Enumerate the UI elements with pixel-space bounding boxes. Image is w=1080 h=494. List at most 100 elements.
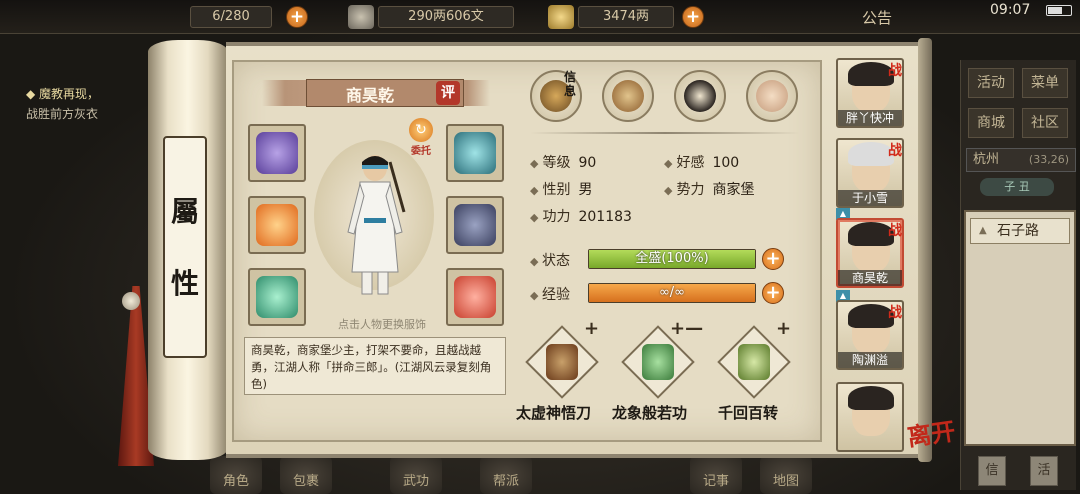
- character-figure[interactable]: [340, 152, 410, 302]
- nav-bag[interactable]: 包裹: [280, 456, 332, 494]
- skill-3-plus[interactable]: +: [776, 318, 791, 339]
- mall-button[interactable]: 商城: [968, 108, 1014, 138]
- battery-icon: [1046, 5, 1072, 16]
- silver-ingot-icon: [548, 5, 574, 29]
- level-label: 等级: [542, 155, 571, 171]
- equip-slot-helmet[interactable]: [446, 124, 504, 182]
- bottom-right-icon-1[interactable]: 信: [978, 456, 1006, 486]
- nav-notes[interactable]: 记事: [690, 456, 742, 494]
- party-member-4-name: 陶渊溢: [838, 352, 902, 368]
- bagua-tab[interactable]: [674, 70, 726, 122]
- notice-button[interactable]: 公告: [862, 7, 892, 28]
- time-of-day: 子 丑: [980, 178, 1054, 196]
- road-button[interactable]: 石子路: [970, 218, 1070, 244]
- quest-title: 魔教再现，: [39, 87, 100, 101]
- location-list: [964, 210, 1076, 446]
- battle-mark-1: 战: [888, 63, 902, 79]
- exp-add-button[interactable]: +: [762, 282, 784, 304]
- faction-value: 商家堡: [712, 182, 755, 198]
- body-meridian-icon: [756, 80, 788, 112]
- bagua-icon: [684, 80, 716, 112]
- bag-add-button[interactable]: +: [286, 6, 308, 28]
- stat-affinity: ◆ 好感 100: [664, 155, 740, 171]
- faction-label: 势力: [676, 182, 705, 198]
- delegate-button[interactable]: ↻ 委托: [406, 118, 436, 157]
- meridian-tab[interactable]: [746, 70, 798, 122]
- stat-level: ◆ 等级 90: [530, 155, 597, 171]
- skill-1-name: 太虚神悟刀: [516, 404, 592, 422]
- menu-button[interactable]: 菜单: [1022, 68, 1068, 98]
- level-value: 90: [578, 155, 597, 171]
- affinity-value: 100: [712, 155, 740, 171]
- character-name: 商昊乾: [345, 86, 394, 105]
- quest-tracker[interactable]: ◆ 魔教再现， 战胜前方灰衣: [26, 84, 146, 124]
- blade-manual-icon: [546, 344, 578, 380]
- battle-mark-3: 战: [888, 223, 902, 239]
- nav-role[interactable]: 角色: [210, 456, 262, 494]
- stat-power: ◆ 功力 201183: [530, 209, 632, 225]
- state-bar: 全盛(100%): [588, 249, 756, 269]
- gender-label: 性别: [542, 182, 571, 198]
- nav-guild[interactable]: 帮派: [480, 456, 532, 494]
- state-add-button[interactable]: +: [762, 248, 784, 270]
- copper-amount: 290两606文: [378, 6, 514, 28]
- skill-1-plus[interactable]: +: [584, 318, 599, 339]
- scroll-map-icon: [612, 80, 644, 112]
- silver-add-button[interactable]: +: [682, 6, 704, 28]
- silver-amount: 3474两: [578, 6, 674, 28]
- scroll-edge: [918, 38, 932, 462]
- power-value: 201183: [578, 209, 632, 225]
- leave-button[interactable]: 离开: [905, 410, 965, 467]
- skill-2-plus[interactable]: +—: [670, 318, 703, 339]
- eval-button[interactable]: 评: [436, 81, 460, 105]
- affinity-label: 好感: [676, 155, 705, 171]
- stat-gender: ◆ 性别男: [530, 182, 593, 198]
- refresh-icon: ↻: [409, 118, 433, 142]
- power-label: 功力: [542, 209, 571, 225]
- skill-3-name: 千回百转: [718, 404, 779, 422]
- character-bio: 商昊乾，商家堡少主，打架不要命，且越战越勇，江湖人称「拼命三郎」。(江湖风云录复…: [244, 337, 506, 395]
- state-label: ◆ 状态: [530, 253, 570, 269]
- party-member-3-name: 商昊乾: [838, 270, 902, 286]
- boots-manual-icon: [738, 344, 770, 380]
- outfit-hint: 点击人物更换服饰: [338, 318, 426, 331]
- delegate-label: 委托: [411, 146, 431, 157]
- state-text: 全盛(100%): [635, 251, 709, 266]
- equip-slot-weapon[interactable]: [248, 196, 306, 254]
- activity-button[interactable]: 活动: [968, 68, 1014, 98]
- nav-martial[interactable]: 武功: [390, 456, 442, 494]
- equip-slot-amulet[interactable]: [446, 268, 504, 326]
- equip-slot-ring[interactable]: [248, 268, 306, 326]
- skill-2-name: 龙象般若功: [612, 404, 688, 422]
- exp-text: ∞/∞: [658, 285, 686, 300]
- info-tab-label: 信息: [564, 70, 577, 98]
- tassel-knot: [122, 292, 140, 310]
- scroll-label-bottom: 性: [170, 267, 199, 300]
- exp-label: ◆ 经验: [530, 287, 570, 303]
- bag-count: 6/280: [190, 6, 272, 28]
- city-name: 杭州: [973, 152, 1000, 167]
- equip-slot-armor[interactable]: [446, 196, 504, 254]
- top-resource-bar: 6/280 + 290两606文 3474两 + 公告 09:07: [0, 0, 1080, 34]
- battle-mark-2: 战: [888, 143, 902, 159]
- nav-map[interactable]: 地图: [760, 456, 812, 494]
- party-member-5[interactable]: [836, 382, 904, 452]
- scroll-map-tab[interactable]: [602, 70, 654, 122]
- vest-manual-icon: [642, 344, 674, 380]
- exp-bar: ∞/∞: [588, 283, 756, 303]
- scroll-label-top: 屬: [170, 195, 199, 228]
- quest-desc: 战胜前方灰衣: [26, 107, 99, 121]
- city-coord: (33,26): [1028, 153, 1069, 166]
- city-location[interactable]: 杭州 (33,26): [966, 148, 1076, 172]
- bottom-right-icon-2[interactable]: 活: [1030, 456, 1058, 486]
- category-divider: [530, 132, 800, 134]
- party-member-1-name: 胖丫快冲: [838, 110, 902, 126]
- copper-coin-icon: [348, 5, 374, 29]
- scroll-label-box: [163, 136, 207, 358]
- stat-faction: ◆ 势力 商家堡: [664, 182, 755, 198]
- clock: 09:07: [990, 2, 1031, 18]
- gender-value: 男: [578, 182, 593, 198]
- equip-slot-weapon-accessory[interactable]: [248, 124, 306, 182]
- community-button[interactable]: 社区: [1022, 108, 1068, 138]
- battle-mark-4: 战: [888, 305, 902, 321]
